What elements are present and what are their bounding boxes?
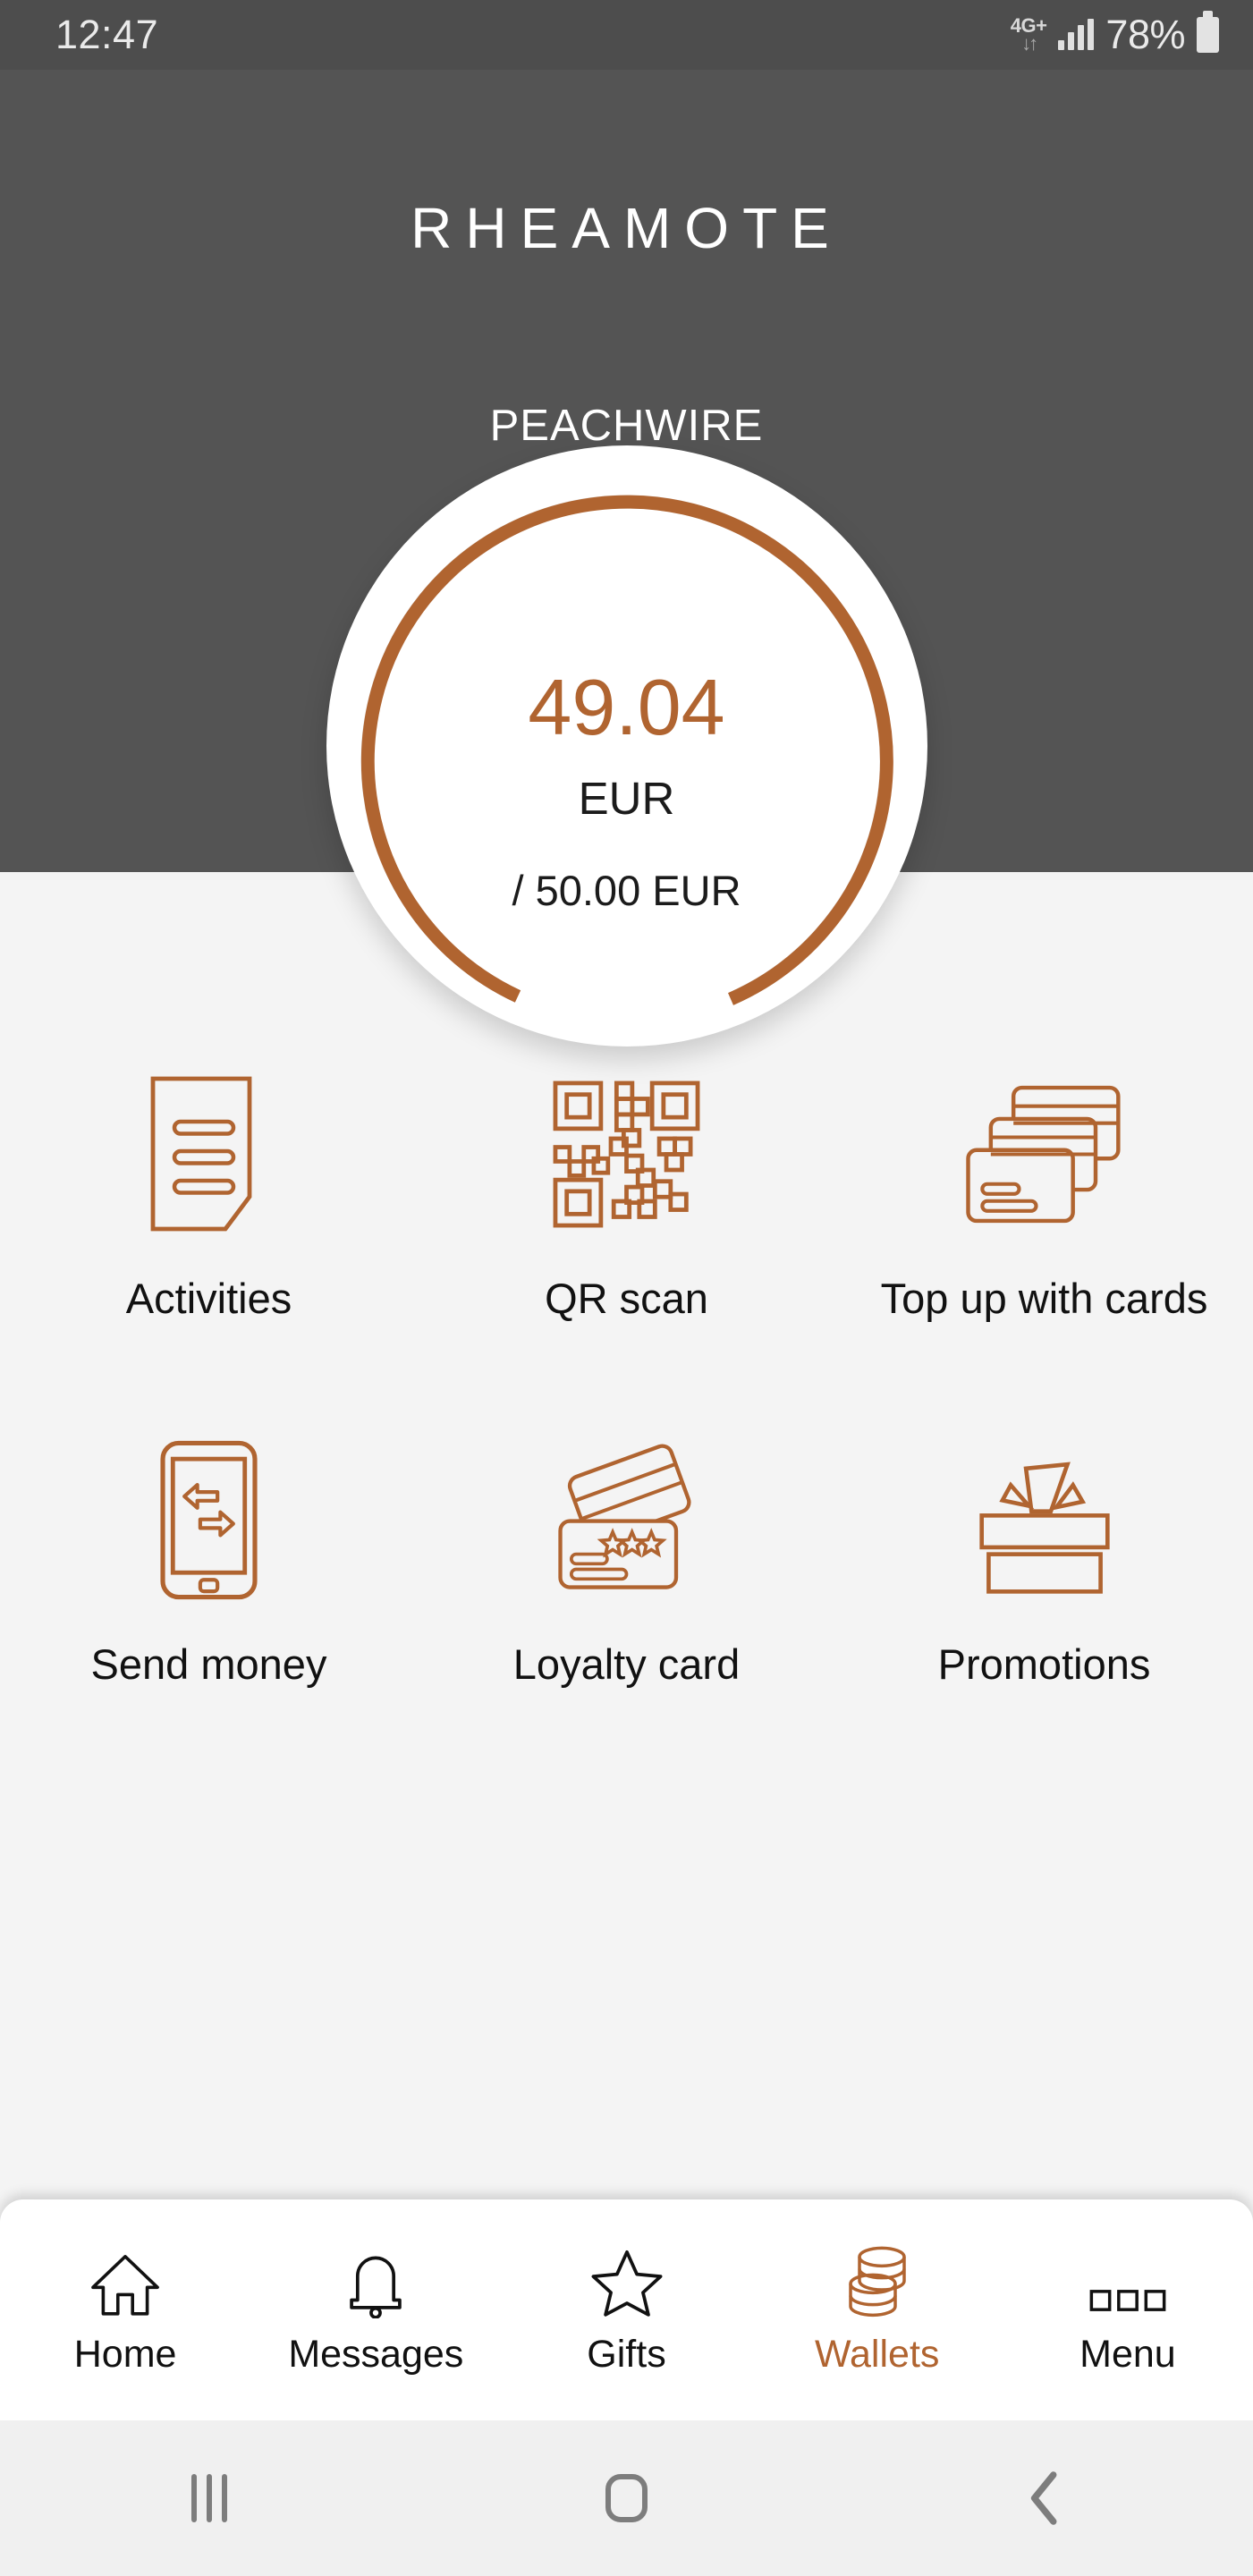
bell-icon: [343, 2243, 409, 2318]
action-tile-activities[interactable]: Activities: [0, 1064, 418, 1323]
battery-percent-label: 78%: [1105, 12, 1185, 57]
three-squares-icon: [1088, 2243, 1168, 2318]
stacked-cards-icon: [960, 1064, 1130, 1243]
balance-gauge[interactable]: 49.04 EUR / 50.00 EUR: [326, 445, 927, 1046]
action-tile-qr-scan[interactable]: QR scan: [418, 1064, 835, 1323]
star-icon: [590, 2243, 664, 2318]
tab-label: Messages: [288, 2333, 464, 2376]
status-clock: 12:47: [55, 12, 159, 57]
tab-gifts[interactable]: Gifts: [501, 2243, 751, 2377]
tab-label: Menu: [1079, 2333, 1176, 2376]
document-lines-icon: [142, 1064, 276, 1243]
action-tile-top-up-with-cards[interactable]: Top up with cards: [835, 1064, 1253, 1323]
tab-home[interactable]: Home: [0, 2243, 250, 2377]
battery-icon: [1197, 11, 1219, 53]
action-label: Loyalty card: [512, 1640, 741, 1688]
data-transfer-arrows-icon: ↓↑: [1021, 32, 1038, 55]
action-tile-send-money[interactable]: Send money: [0, 1430, 418, 1689]
tab-menu[interactable]: Menu: [1003, 2243, 1253, 2377]
qr-code-icon: [548, 1064, 705, 1243]
coin-stack-icon: [842, 2243, 913, 2318]
balance-currency: EUR: [578, 772, 675, 824]
back-button[interactable]: [835, 2470, 1253, 2526]
signal-bars-icon: [1058, 19, 1095, 50]
action-label: Top up with cards: [880, 1275, 1208, 1322]
home-button[interactable]: [418, 2474, 835, 2522]
action-label: QR scan: [545, 1275, 708, 1322]
app-title: RHEAMOTE: [411, 196, 842, 260]
bottom-tab-bar: Home Messages Gifts Wallets Menu: [0, 2199, 1253, 2420]
network-type-icon: 4G+ ↓↑: [1011, 16, 1047, 54]
system-navigation-bar: [0, 2420, 1253, 2576]
app-screen: 12:47 4G+ ↓↑ 78% RHEAMOTE PEACHWIRE 49.0…: [0, 0, 1253, 2576]
house-icon: [89, 2243, 162, 2318]
status-bar: 12:47 4G+ ↓↑ 78%: [0, 0, 1253, 70]
back-icon: [1030, 2471, 1056, 2525]
balance-limit: / 50.00 EUR: [512, 867, 741, 914]
action-tile-loyalty-card[interactable]: Loyalty card: [418, 1430, 835, 1689]
gift-box-icon: [964, 1430, 1125, 1609]
home-icon: [605, 2474, 648, 2522]
status-indicators: 4G+ ↓↑ 78%: [1011, 11, 1219, 58]
action-label: Send money: [90, 1640, 327, 1688]
loyalty-card-icon: [544, 1430, 709, 1609]
action-label: Activities: [125, 1275, 292, 1322]
tab-label: Wallets: [815, 2333, 940, 2376]
tab-label: Gifts: [587, 2333, 666, 2376]
action-label: Promotions: [937, 1640, 1151, 1688]
tab-label: Home: [73, 2333, 177, 2376]
balance-amount: 49.04: [528, 662, 725, 751]
phone-transfer-icon: [148, 1430, 269, 1609]
wallet-name: PEACHWIRE: [489, 402, 764, 450]
recents-icon: [190, 2474, 227, 2522]
tab-wallets[interactable]: Wallets: [752, 2243, 1003, 2377]
action-tile-promotions[interactable]: Promotions: [835, 1430, 1253, 1689]
recents-button[interactable]: [0, 2474, 418, 2522]
balance-readout: 49.04 EUR: [326, 445, 927, 1046]
action-grid: Activities QR scan Top up with cards Sen…: [0, 1064, 1253, 1689]
tab-messages[interactable]: Messages: [250, 2243, 501, 2377]
